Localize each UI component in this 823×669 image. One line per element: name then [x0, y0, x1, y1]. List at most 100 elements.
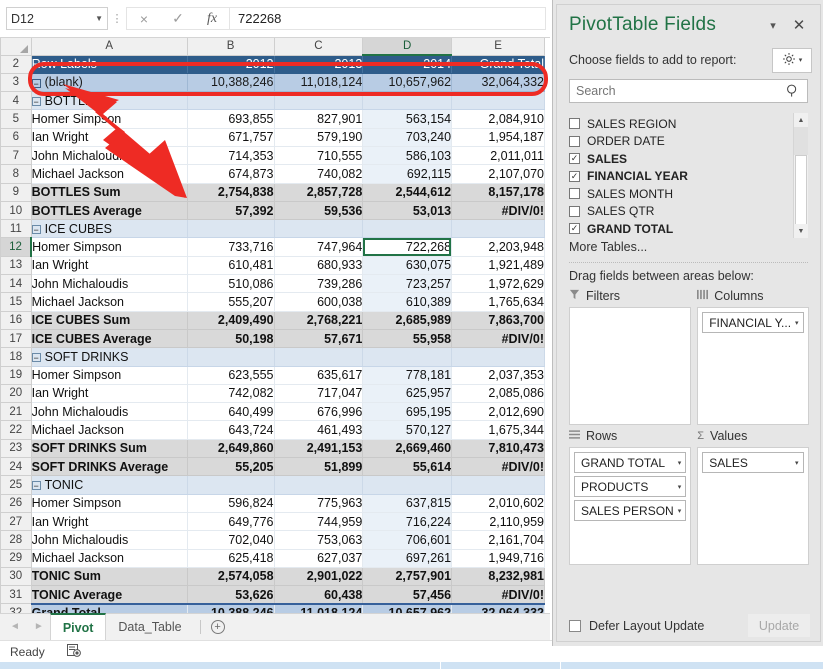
- row-header[interactable]: 6: [0, 128, 32, 147]
- table-row[interactable]: 29 Michael Jackson 625,418 627,037 697,261 1,…: [0, 549, 545, 568]
- collapse-expand-icon[interactable]: −: [31, 481, 41, 491]
- row-label-cell[interactable]: Ian Wright: [31, 512, 188, 532]
- row-header[interactable]: 30: [0, 567, 32, 587]
- row-label-cell[interactable]: Michael Jackson: [31, 292, 188, 312]
- row-header[interactable]: 26: [0, 494, 32, 513]
- table-row[interactable]: 10 BOTTLES Average 57,392 59,536 53,013 #DIV/…: [0, 201, 545, 221]
- table-row[interactable]: 32Grand Total 10,388,24611,018,12410,657,…: [0, 602, 545, 613]
- sheet-nav-arrows[interactable]: ◄ ►: [0, 613, 50, 640]
- spreadsheet-grid[interactable]: A B C D E 2 Row Labels 2012 2013 2014 Grand T…: [0, 38, 550, 613]
- row-header[interactable]: 8: [0, 164, 32, 184]
- field-list-scrollbar[interactable]: ▲ ▼: [793, 113, 808, 238]
- data-cell[interactable]: 717,047: [274, 384, 364, 404]
- data-cell[interactable]: 7,863,700: [451, 311, 545, 330]
- data-cell[interactable]: 722,268: [362, 237, 453, 257]
- data-cell[interactable]: [451, 91, 545, 111]
- field-pill[interactable]: SALES PERSON ▾: [574, 500, 687, 521]
- data-cell[interactable]: [187, 347, 275, 367]
- data-cell[interactable]: [451, 219, 545, 239]
- data-cell[interactable]: 680,933: [274, 256, 364, 276]
- data-cell[interactable]: #DIV/0!: [451, 457, 545, 477]
- row-label-cell[interactable]: TONIC Sum: [31, 567, 188, 587]
- data-cell[interactable]: 11,018,124: [274, 73, 364, 93]
- row-header[interactable]: 23: [0, 439, 32, 459]
- data-cell[interactable]: [274, 91, 364, 111]
- table-row[interactable]: 25− TONIC: [0, 475, 545, 495]
- table-row[interactable]: 8 Michael Jackson 674,873 740,082 692,115 2,1…: [0, 164, 545, 184]
- data-cell[interactable]: [362, 347, 453, 367]
- data-cell[interactable]: 2,768,221: [274, 311, 364, 330]
- data-cell[interactable]: 579,190: [274, 128, 364, 147]
- chevron-down-icon[interactable]: ▾: [674, 507, 682, 515]
- table-row[interactable]: 9 BOTTLES Sum 2,754,838 2,857,728 2,544,612 8…: [0, 183, 545, 202]
- data-cell[interactable]: 510,086: [187, 274, 275, 294]
- values-drop-area[interactable]: SALES ▾: [697, 447, 809, 565]
- chevron-down-icon[interactable]: ▾: [674, 459, 682, 467]
- pane-menu-icon[interactable]: ▾: [760, 19, 786, 32]
- table-row[interactable]: 15 Michael Jackson 555,207 600,038 610,389 1,…: [0, 292, 545, 312]
- data-cell[interactable]: 2013: [274, 55, 364, 74]
- field-list-item[interactable]: SALES REGION: [569, 115, 793, 133]
- data-cell[interactable]: [187, 91, 275, 111]
- data-cell[interactable]: 753,063: [274, 530, 364, 550]
- data-cell[interactable]: 53,626: [187, 585, 275, 605]
- data-cell[interactable]: 2,409,490: [187, 311, 275, 330]
- row-label-cell[interactable]: ICE CUBES Average: [31, 329, 188, 349]
- table-row[interactable]: 6 Ian Wright 671,757 579,190 703,240 1,954,18…: [0, 128, 545, 147]
- table-row[interactable]: 23 SOFT DRINKS Sum 2,649,860 2,491,153 2,669…: [0, 439, 545, 459]
- row-header[interactable]: 3: [0, 73, 32, 93]
- data-cell[interactable]: 2,010,602: [451, 494, 545, 513]
- row-label-cell[interactable]: Ian Wright: [31, 256, 188, 276]
- data-cell[interactable]: 2,084,910: [451, 109, 545, 129]
- data-cell[interactable]: 2014: [362, 55, 453, 74]
- data-cell[interactable]: 714,353: [187, 146, 275, 166]
- field-checkbox[interactable]: [569, 188, 580, 200]
- data-cell[interactable]: 775,963: [274, 494, 364, 513]
- field-checkbox[interactable]: [569, 135, 580, 147]
- field-checkbox[interactable]: ✓: [569, 223, 580, 235]
- table-row[interactable]: 11− ICE CUBES: [0, 219, 545, 239]
- row-label-cell[interactable]: Michael Jackson: [31, 164, 188, 184]
- column-header-a[interactable]: A: [30, 38, 188, 56]
- row-label-cell[interactable]: BOTTLES Average: [31, 201, 188, 221]
- field-list-item[interactable]: SALES QTR: [569, 203, 793, 221]
- data-cell[interactable]: 740,082: [274, 164, 364, 184]
- data-cell[interactable]: 692,115: [362, 164, 453, 184]
- add-sheet-button[interactable]: +: [207, 614, 229, 640]
- data-cell[interactable]: 2,110,959: [451, 512, 545, 532]
- data-cell[interactable]: 627,037: [274, 549, 364, 568]
- row-label-cell[interactable]: Homer Simpson: [31, 237, 188, 257]
- field-checkbox[interactable]: [569, 118, 580, 130]
- fill-handle[interactable]: [449, 253, 451, 256]
- data-cell[interactable]: 625,957: [362, 384, 453, 404]
- field-list-item[interactable]: ORDER DATE: [569, 133, 793, 151]
- data-cell[interactable]: 2,901,022: [274, 567, 364, 587]
- row-header[interactable]: 15: [0, 292, 32, 312]
- data-cell[interactable]: 600,038: [274, 292, 364, 312]
- collapse-expand-icon[interactable]: −: [31, 78, 41, 88]
- scroll-down-icon[interactable]: ▼: [794, 224, 808, 238]
- table-row[interactable]: 31 TONIC Average 53,626 60,438 57,456 #DIV/0!: [0, 585, 545, 605]
- row-header[interactable]: 27: [0, 512, 32, 532]
- row-label-cell[interactable]: John Michaloudis: [31, 274, 188, 294]
- data-cell[interactable]: 695,195: [362, 402, 453, 422]
- data-cell[interactable]: 10,657,962: [362, 602, 453, 613]
- row-header[interactable]: 22: [0, 420, 32, 440]
- sheet-tab-pivot[interactable]: Pivot: [49, 613, 107, 640]
- data-cell[interactable]: [362, 219, 453, 239]
- row-label-cell[interactable]: SOFT DRINKS Average: [31, 457, 188, 477]
- row-header[interactable]: 7: [0, 146, 32, 166]
- data-cell[interactable]: 51,899: [274, 457, 364, 477]
- data-cell[interactable]: 733,716: [187, 237, 275, 257]
- field-pill[interactable]: FINANCIAL Y... ▾: [702, 312, 804, 333]
- row-label-cell[interactable]: Michael Jackson: [31, 420, 188, 440]
- select-all-corner[interactable]: [0, 38, 32, 56]
- data-cell[interactable]: 640,499: [187, 402, 275, 422]
- row-label-cell[interactable]: TONIC Average: [31, 585, 188, 605]
- row-header[interactable]: 13: [0, 256, 32, 276]
- data-cell[interactable]: 671,757: [187, 128, 275, 147]
- row-header[interactable]: 5: [0, 109, 32, 129]
- cancel-icon[interactable]: ×: [127, 11, 161, 27]
- row-header[interactable]: 18: [0, 347, 32, 367]
- data-cell[interactable]: 50,198: [187, 329, 275, 349]
